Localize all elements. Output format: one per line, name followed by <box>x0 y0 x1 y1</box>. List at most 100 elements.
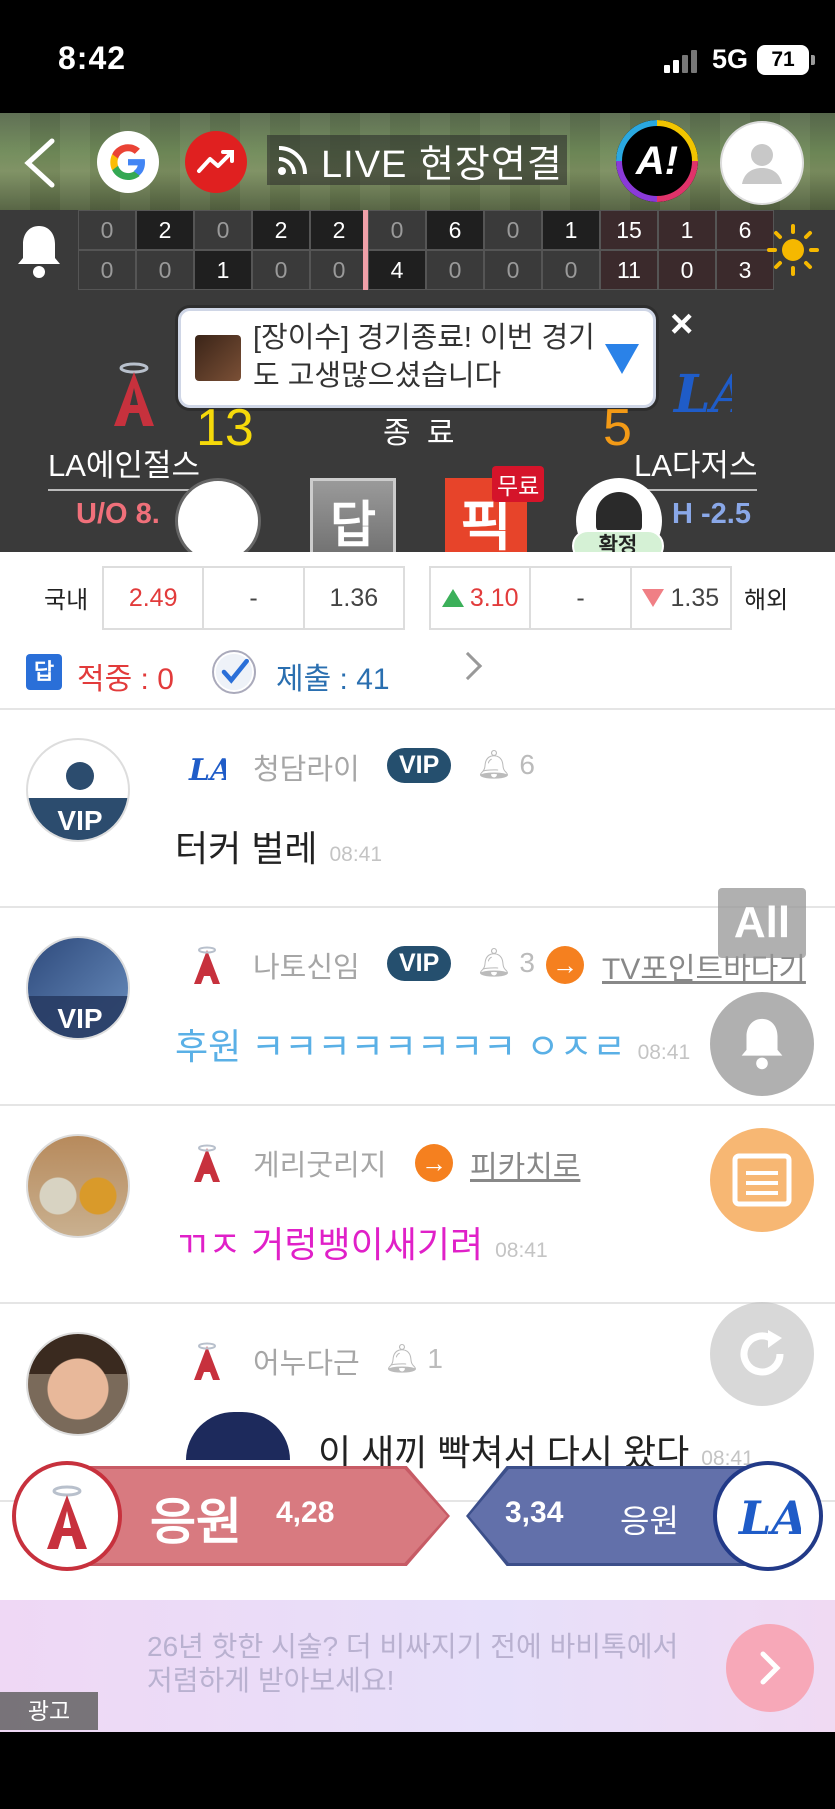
a-label: A! <box>635 138 679 183</box>
answer-icon: 답 <box>26 654 62 690</box>
back-arrow-icon[interactable] <box>18 135 68 191</box>
network-label: 5G <box>712 44 749 74</box>
comment-author[interactable]: 어누다근 <box>253 1340 360 1382</box>
linked-user[interactable]: 피카치로 <box>470 1142 580 1186</box>
close-icon[interactable]: × <box>670 302 693 347</box>
up-arrow-icon <box>441 589 464 607</box>
dodgers-logo-icon[interactable]: LA <box>713 1461 823 1571</box>
bell-count-value: 1 <box>427 1343 443 1374</box>
small-bell-icon: 🔔︎ <box>476 749 512 780</box>
cheer-away-count: 3,34 <box>505 1496 564 1529</box>
score-grid: 0 2 0 2 2 0 6 0 1 15 1 6 0 0 1 0 0 4 0 0… <box>78 210 774 290</box>
list-button[interactable] <box>710 1128 814 1232</box>
domestic-label: 국내 <box>44 587 89 614</box>
bell-icon <box>741 1018 783 1070</box>
trend-button[interactable] <box>185 131 247 193</box>
live-connect-button[interactable]: LIVE 현장연결 <box>267 135 567 186</box>
score-cell: 0 <box>78 210 136 250</box>
refresh-button[interactable] <box>710 1302 814 1406</box>
score-cell: 0 <box>78 250 136 290</box>
dodgers-logo-icon: LA <box>672 364 732 425</box>
dropdown-arrow-icon[interactable] <box>605 344 639 374</box>
odds-home-value: 3.10 <box>469 583 519 612</box>
chevron-right-icon <box>760 1651 781 1685</box>
angels-logo-icon[interactable] <box>12 1461 122 1571</box>
google-button[interactable] <box>97 131 159 193</box>
avatar[interactable]: VIP <box>26 738 130 842</box>
notice-avatar <box>195 335 241 381</box>
comment-item: VIP LA 청담라이 VIP 🔔︎ 6 터커 벌레 08:41 <box>0 710 835 908</box>
bell-count: 🔔︎ 6 <box>476 748 535 781</box>
pick-stats[interactable]: 답 적중 : 0 제출 : 41 <box>0 634 835 710</box>
notice-popup[interactable]: [장이수] 경기종료! 이번 경기도 고생많으셨습니다 <box>178 308 656 408</box>
live-label: LIVE 현장연결 <box>321 143 563 186</box>
ad-arrow-button[interactable] <box>726 1624 814 1712</box>
avatar[interactable] <box>26 1134 130 1238</box>
odds-away[interactable]: 1.36 <box>305 568 403 628</box>
game-status: 종 료 <box>383 417 459 450</box>
over-under-label: U/O 8. <box>76 498 160 530</box>
sun-icon <box>767 224 819 276</box>
status-bar: 8:42 5G 71 <box>0 0 835 113</box>
comment-time: 08:41 <box>495 1239 548 1262</box>
comment-text: 터커 벌레 08:41 <box>175 820 382 872</box>
cheer-bar: 응원 4,28 3,34 응원 LA <box>0 1456 835 1576</box>
score-cell: 2 <box>136 210 194 250</box>
a-app-button[interactable]: A! <box>616 120 698 202</box>
odds-draw[interactable]: - <box>531 568 632 628</box>
comment-body: ㄲㅈ 거렁뱅이새기려 <box>175 1224 484 1265</box>
comment-time: 08:41 <box>637 1041 691 1064</box>
profile-button[interactable] <box>720 121 804 205</box>
score-cell: 1 <box>194 250 252 290</box>
filter-all-button[interactable]: All <box>718 888 806 958</box>
score-total-hits: 1 <box>658 210 716 250</box>
odds-home[interactable]: 2.49 <box>104 568 205 628</box>
comment-author[interactable]: 청담라이 <box>253 746 360 788</box>
small-bell-icon: 🔔︎ <box>476 947 512 978</box>
hit-count: 적중 : 0 <box>77 663 174 696</box>
scoreboard: 0 2 0 2 2 0 6 0 1 15 1 6 0 0 1 0 0 4 0 0… <box>0 210 835 320</box>
small-bell-icon: 🔔︎ <box>384 1343 420 1374</box>
odds-draw[interactable]: - <box>204 568 305 628</box>
comment-author[interactable]: 게리굿리지 <box>253 1142 386 1184</box>
list-icon <box>732 1153 792 1207</box>
chevron-right-icon[interactable] <box>453 651 483 681</box>
score-cell: 2 <box>310 210 368 250</box>
score-cell: 0 <box>194 210 252 250</box>
comment-author[interactable]: 나토신임 <box>253 944 360 986</box>
svg-text:LA: LA <box>188 753 226 788</box>
score-cell: 0 <box>542 250 600 290</box>
odds-away[interactable]: 1.35 <box>632 568 730 628</box>
overseas-label: 해외 <box>744 587 789 614</box>
match-header: LA [장이수] 경기종료! 이번 경기도 고생많으셨습니다 × 13 5 종 … <box>0 290 835 564</box>
score-cell: 0 <box>252 250 310 290</box>
comment-body: 터커 벌레 <box>175 828 318 869</box>
avatar[interactable] <box>26 1332 130 1436</box>
away-score: 5 <box>603 399 632 457</box>
cheer-home-button[interactable] <box>90 1466 450 1566</box>
status-time: 8:42 <box>58 40 127 76</box>
svg-text:LA: LA <box>672 364 732 425</box>
home-score: 13 <box>196 399 254 457</box>
comment-time: 08:41 <box>329 843 383 866</box>
angels-logo-icon <box>194 1342 220 1380</box>
odds-home[interactable]: 3.10 <box>431 568 532 628</box>
vip-badge: VIP <box>387 748 452 783</box>
avatar[interactable]: VIP <box>26 936 130 1040</box>
arrow-right-icon: → <box>546 946 584 984</box>
ad-text: 26년 핫한 시술? 더 비싸지기 전에 바비톡에서 저렴하게 받아보세요! <box>147 1631 679 1696</box>
free-badge: 무료 <box>492 466 545 502</box>
score-total-runs: 11 <box>600 250 658 290</box>
home-indicator-area <box>0 1732 835 1809</box>
ad-banner[interactable]: 26년 핫한 시술? 더 비싸지기 전에 바비톡에서 저렴하게 받아보세요! 광… <box>0 1600 835 1732</box>
score-cell: 0 <box>136 250 194 290</box>
app-screen: 8:42 5G 71 LIVE 현장연결 A! 0 2 0 2 2 0 6 0 … <box>0 0 835 1809</box>
dodgers-logo-mark: LA <box>737 1491 801 1545</box>
angels-logo-icon <box>194 1144 220 1182</box>
handicap-label: H -2.5 <box>672 498 751 530</box>
overseas-odds: 3.10 - 1.35 <box>429 566 732 630</box>
score-cell: 0 <box>310 250 368 290</box>
angels-logo-mark <box>47 1485 87 1549</box>
notification-button[interactable] <box>710 992 814 1096</box>
ad-label: 광고 <box>0 1692 98 1730</box>
